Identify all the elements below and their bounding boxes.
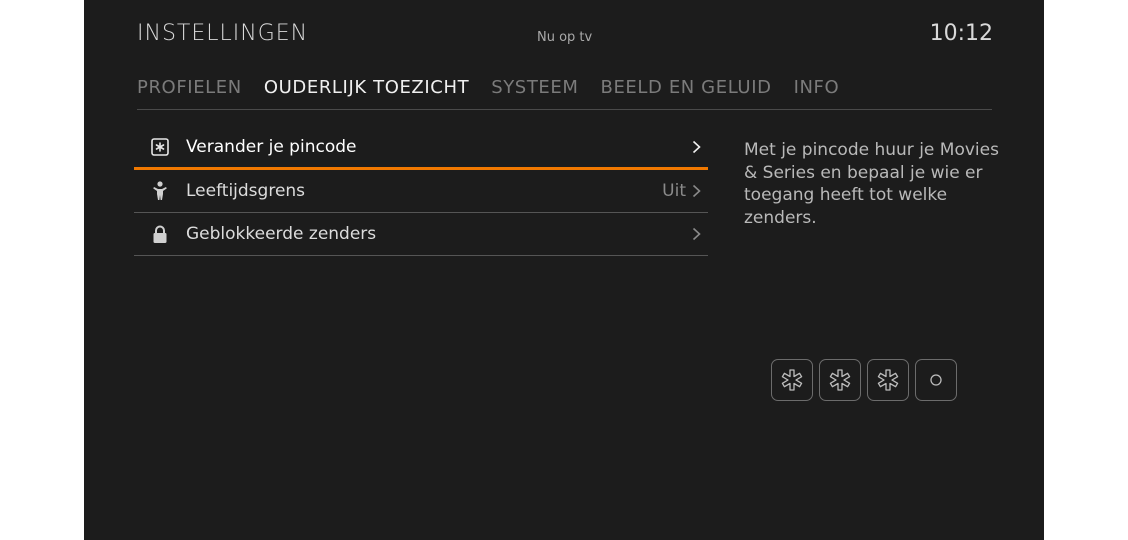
chevron-right-icon <box>692 184 702 198</box>
menu-item-label: Verander je pincode <box>186 136 357 157</box>
menu-item-label: Leeftijdsgrens <box>186 181 306 201</box>
pin-entry[interactable] <box>771 359 957 401</box>
page-title: INSTELLINGEN <box>137 21 309 46</box>
settings-tabs: PROFIELEN OUDERLIJK TOEZICHT SYSTEEM BEE… <box>137 77 861 98</box>
tab-systeem[interactable]: SYSTEEM <box>491 77 578 98</box>
pin-digit-empty <box>915 359 957 401</box>
pin-digit-filled <box>771 359 813 401</box>
settings-menu: Verander je pincode Leeftijdsgrens Uit G… <box>134 126 708 256</box>
tab-ouderlijk-toezicht[interactable]: OUDERLIJK TOEZICHT <box>264 77 469 98</box>
menu-item-age-limit[interactable]: Leeftijdsgrens Uit <box>134 170 708 213</box>
child-icon <box>134 181 186 201</box>
menu-item-value: Uit <box>662 181 686 201</box>
asterisk-icon <box>877 369 899 391</box>
menu-item-blocked-channels[interactable]: Geblokkeerde zenders <box>134 213 708 256</box>
tab-divider <box>137 109 992 110</box>
menu-item-change-pin[interactable]: Verander je pincode <box>134 126 708 170</box>
clock: 10:12 <box>929 21 993 46</box>
lock-icon <box>134 225 186 244</box>
now-on-tv-label[interactable]: Nu op tv <box>537 30 592 45</box>
settings-screen: INSTELLINGEN Nu op tv 10:12 PROFIELEN OU… <box>84 0 1044 540</box>
asterisk-icon <box>829 369 851 391</box>
tab-info[interactable]: INFO <box>794 77 840 98</box>
menu-item-label: Geblokkeerde zenders <box>186 224 377 244</box>
circle-icon <box>930 374 942 386</box>
pin-digit-filled <box>819 359 861 401</box>
description-text: Met je pincode huur je Movies & Series e… <box>744 140 999 228</box>
chevron-right-icon <box>692 140 702 154</box>
asterisk-icon <box>781 369 803 391</box>
asterisk-box-icon <box>134 137 186 156</box>
tab-beeld-en-geluid[interactable]: BEELD EN GELUID <box>601 77 772 98</box>
chevron-right-icon <box>692 227 702 241</box>
pin-digit-filled <box>867 359 909 401</box>
tab-profielen[interactable]: PROFIELEN <box>137 77 242 98</box>
